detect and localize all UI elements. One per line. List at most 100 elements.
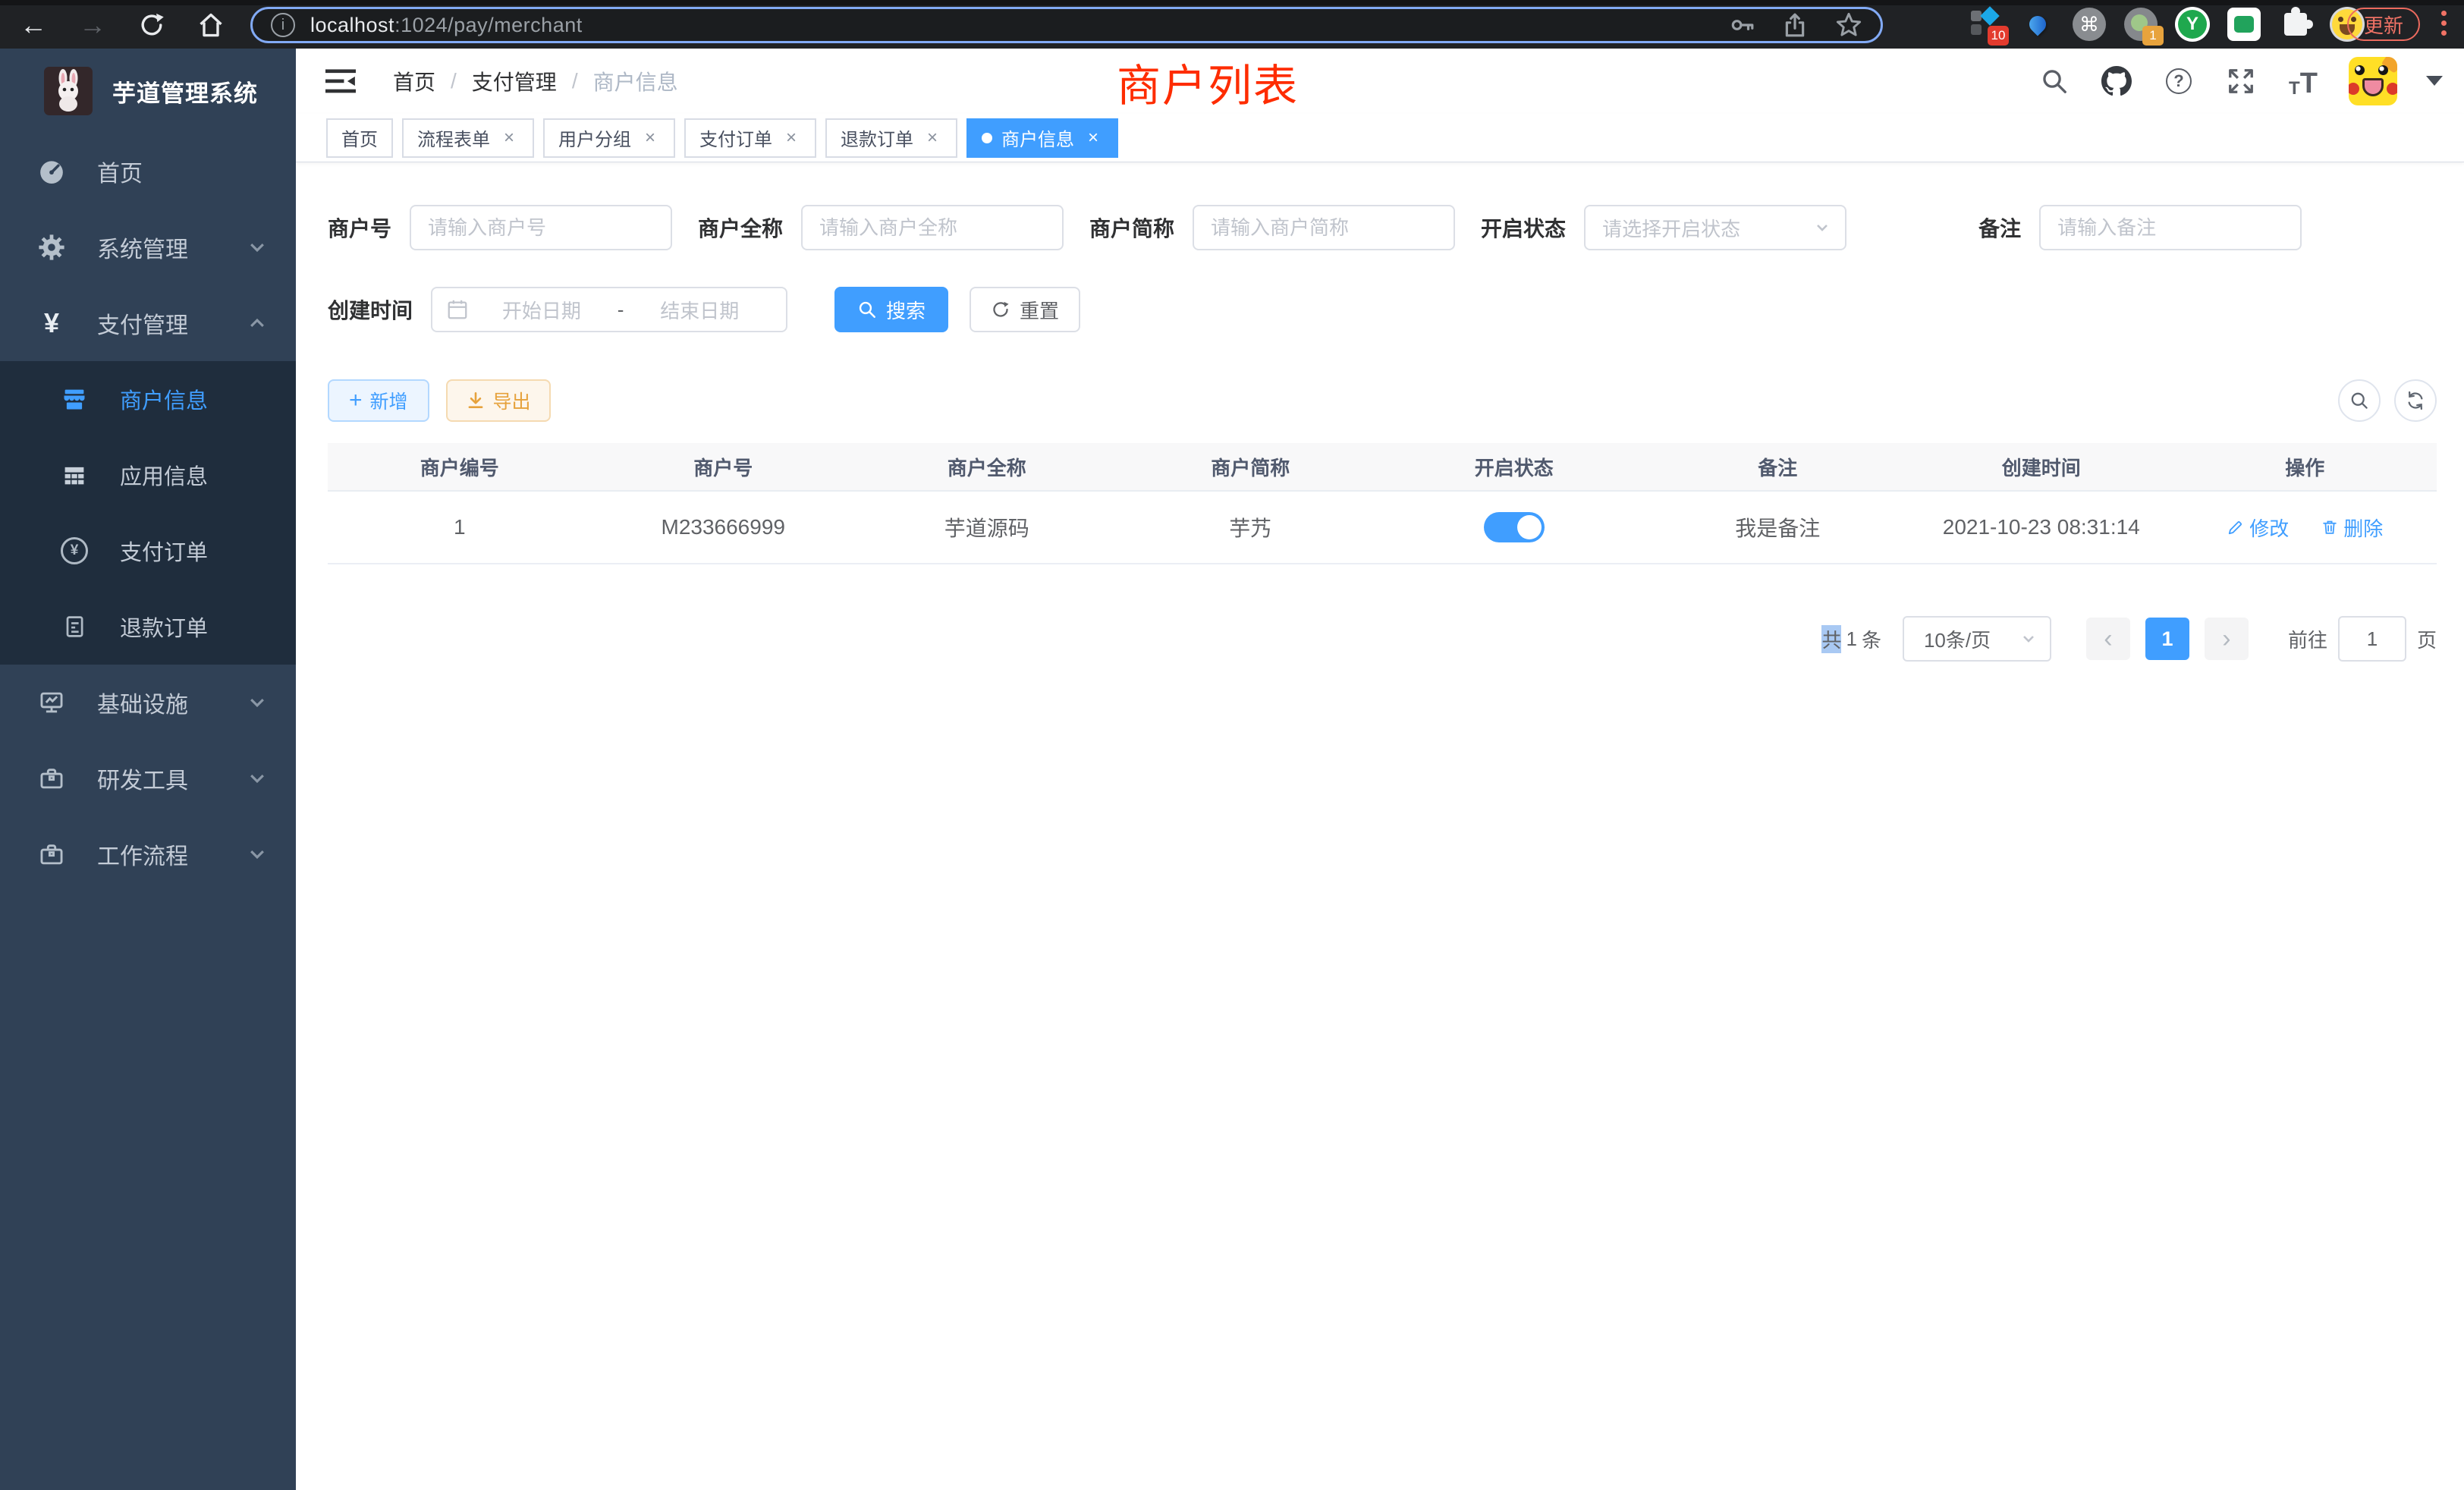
home-icon[interactable] (191, 8, 231, 42)
edit-link[interactable]: 修改 (2227, 514, 2289, 542)
breadcrumb-current: 商户信息 (593, 66, 678, 96)
pagination-total-prefix: 共 (1821, 625, 1841, 653)
pagination-total-suffix: 条 (1862, 625, 1881, 653)
user-avatar[interactable] (2349, 57, 2397, 105)
cell-create-time: 2021-10-23 08:31:14 (1909, 515, 2173, 539)
forward-icon[interactable]: → (73, 8, 112, 42)
date-range-input[interactable]: 开始日期 - 结束日期 (431, 287, 787, 332)
sidebar-item-infra[interactable]: 基础设施 (0, 665, 296, 740)
start-date-placeholder: 开始日期 (469, 296, 614, 324)
extension-y-icon[interactable]: Y (2174, 6, 2211, 42)
key-icon[interactable] (1729, 12, 1755, 38)
back-icon[interactable]: ← (14, 8, 53, 42)
sidebar-item-pay-order[interactable]: ¥ 支付订单 (0, 513, 296, 589)
document-icon (58, 613, 91, 640)
chrome-update-button[interactable]: 更新 (2347, 8, 2420, 41)
user-menu-caret-icon[interactable] (2426, 76, 2443, 94)
filter-remark: 备注 (1978, 205, 2302, 250)
sidebar-item-payment[interactable]: ¥ 支付管理 (0, 285, 296, 361)
sidebar-item-app-info[interactable]: 应用信息 (0, 437, 296, 513)
page-unit-label: 页 (2417, 625, 2437, 653)
remark-input[interactable] (2039, 205, 2302, 250)
sidebar-item-workflow[interactable]: 工作流程 (0, 816, 296, 892)
reload-icon[interactable] (132, 8, 171, 42)
github-icon[interactable] (2100, 64, 2133, 98)
cell-full-name: 芋道源码 (855, 512, 1119, 542)
breadcrumb-payment[interactable]: 支付管理 (472, 66, 557, 96)
close-icon[interactable]: × (781, 128, 801, 148)
status-select[interactable]: 请选择开启状态 (1584, 205, 1846, 250)
cell-actions: 修改 删除 (2173, 514, 2437, 542)
sidebar-item-system[interactable]: 系统管理 (0, 209, 296, 285)
close-icon[interactable]: × (1083, 128, 1103, 148)
sidebar-item-home[interactable]: 首页 (0, 134, 296, 209)
navbar-actions: ? TT (2038, 57, 2443, 105)
search-icon (857, 300, 877, 319)
tab-user-group[interactable]: 用户分组× (543, 118, 675, 158)
full-name-input[interactable] (801, 205, 1064, 250)
calendar-icon (446, 298, 469, 321)
search-icon[interactable] (2038, 64, 2071, 98)
browser-menu-icon[interactable] (2441, 11, 2449, 36)
sidebar-item-label: 退款订单 (120, 611, 208, 643)
toggle-search-button[interactable] (2338, 379, 2381, 422)
share-icon[interactable] (1782, 12, 1808, 38)
tab-pay-order[interactable]: 支付订单× (684, 118, 816, 158)
field-label: 商户号 (328, 212, 391, 243)
table-header-row: 商户编号 商户号 商户全称 商户简称 开启状态 备注 创建时间 操作 (328, 443, 2437, 492)
breadcrumb-home[interactable]: 首页 (393, 66, 435, 96)
merchant-no-input[interactable] (410, 205, 672, 250)
tab-merchant-info[interactable]: 商户信息× (966, 118, 1118, 158)
sidebar-collapse-icon[interactable] (323, 66, 358, 96)
goto-page-input[interactable] (2338, 616, 2406, 662)
extension-devtools-icon[interactable]: 10 (1968, 6, 2004, 42)
window-top-strip (0, 0, 2464, 5)
current-page-button[interactable]: 1 (2145, 618, 2189, 660)
export-button[interactable]: 导出 (446, 379, 551, 422)
add-button[interactable]: + 新增 (328, 379, 429, 422)
field-label: 商户全称 (698, 212, 783, 243)
address-bar[interactable]: i localhost:1024/pay/merchant (250, 7, 1883, 43)
sidebar-logo: 芋道管理系统 (0, 49, 296, 134)
filter-row-1: 商户号 商户全称 商户简称 开启状态 请选择开启状态 (328, 205, 2437, 250)
tab-refund-order[interactable]: 退款订单× (825, 118, 957, 158)
main-content: 商户列表 首页 / 支付管理 / 商户信息 ? (296, 49, 2464, 1490)
close-icon[interactable]: × (922, 128, 942, 148)
tab-process-form[interactable]: 流程表单× (402, 118, 534, 158)
next-page-button[interactable]: › (2205, 618, 2249, 660)
sidebar-item-devtools[interactable]: 研发工具 (0, 740, 296, 816)
prev-page-button[interactable]: ‹ (2086, 618, 2130, 660)
site-info-icon[interactable]: i (271, 13, 295, 37)
extension-profile-badge: 1 (2142, 26, 2164, 46)
fullscreen-icon[interactable] (2224, 64, 2258, 98)
close-icon[interactable]: × (640, 128, 660, 148)
extension-profile-icon[interactable]: 1 (2123, 6, 2159, 42)
tab-home[interactable]: 首页 (326, 118, 393, 158)
dashboard-icon (35, 157, 68, 186)
sidebar-item-merchant-info[interactable]: 商户信息 (0, 361, 296, 437)
font-size-icon[interactable]: TT (2286, 64, 2320, 98)
search-button[interactable]: 搜索 (834, 287, 948, 332)
help-icon[interactable]: ? (2162, 64, 2195, 98)
extension-pin-icon[interactable] (2019, 6, 2056, 42)
chevron-down-icon (247, 844, 267, 864)
reset-button[interactable]: 重置 (970, 287, 1080, 332)
delete-link[interactable]: 删除 (2321, 514, 2383, 542)
url-host: localhost (310, 14, 394, 36)
short-name-input[interactable] (1193, 205, 1455, 250)
logo-rabbit-icon (44, 67, 93, 115)
extension-puzzle-icon[interactable] (2277, 6, 2314, 42)
extension-chat-icon[interactable] (2226, 6, 2262, 42)
extension-command-icon[interactable]: ⌘ (2071, 6, 2107, 42)
sidebar-menu: 首页 系统管理 ¥ 支付管理 (0, 134, 296, 892)
sidebar-item-refund-order[interactable]: 退款订单 (0, 589, 296, 665)
refresh-button[interactable] (2394, 379, 2437, 422)
gear-icon (35, 233, 68, 262)
column-header: 商户号 (592, 453, 856, 481)
close-icon[interactable]: × (499, 128, 519, 148)
page-size-select[interactable]: 10条/页 (1903, 616, 2051, 662)
sidebar-item-label: 支付订单 (120, 535, 208, 567)
cell-short-name: 芋艿 (1119, 512, 1383, 542)
bookmark-star-icon[interactable] (1835, 11, 1862, 39)
status-toggle[interactable] (1484, 512, 1545, 542)
